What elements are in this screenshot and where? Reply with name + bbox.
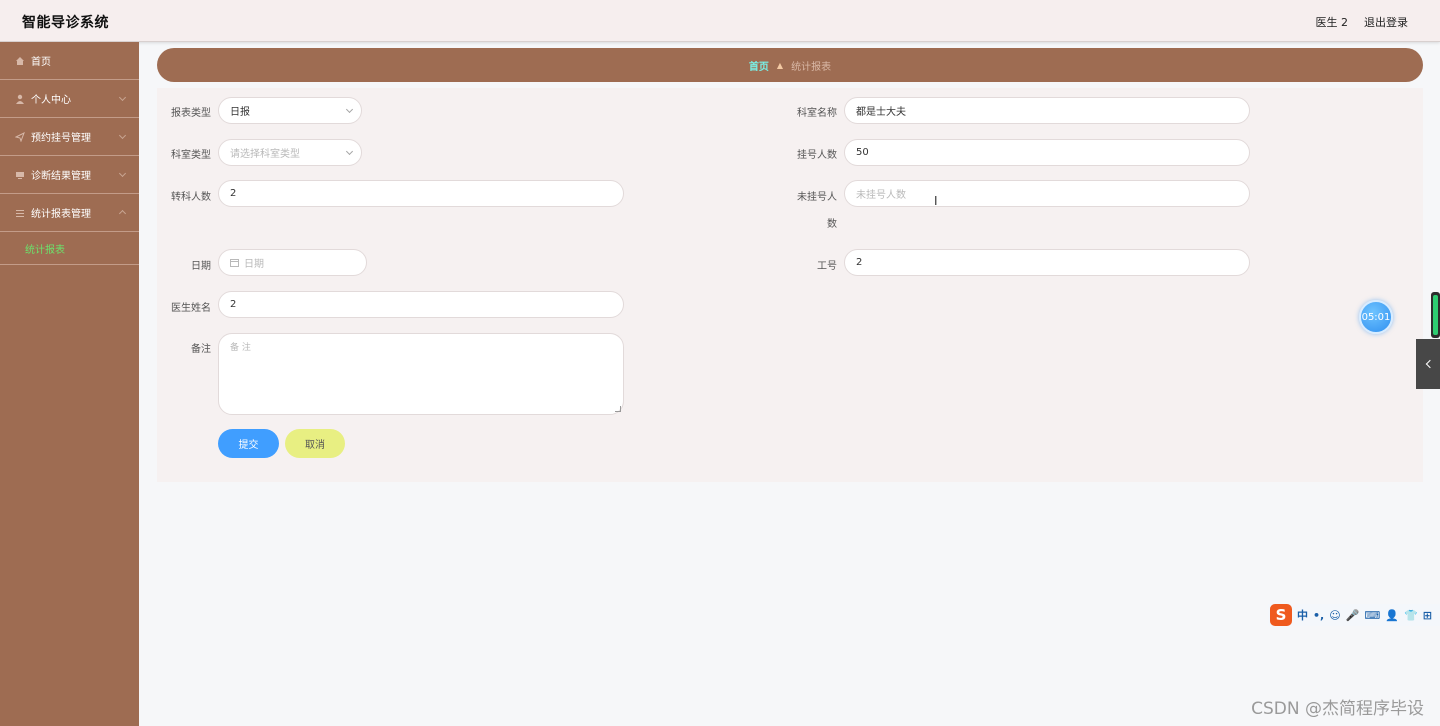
- watermark: CSDN @杰简程序毕设: [1251, 699, 1424, 719]
- sidebar-item-home[interactable]: 首页: [0, 42, 139, 80]
- doctor-name-label: 医生姓名: [171, 303, 211, 314]
- chevron-left-icon: [1425, 359, 1435, 369]
- ime-emoji-icon[interactable]: ☺: [1329, 609, 1340, 622]
- send-icon: [15, 131, 25, 142]
- date-placeholder: 日期: [244, 259, 264, 270]
- job-no-input[interactable]: 2: [844, 249, 1250, 276]
- sidebar-subitem-report[interactable]: 统计报表: [0, 232, 139, 265]
- ime-skin-icon[interactable]: 👕: [1404, 609, 1418, 622]
- ime-user-icon[interactable]: 👤: [1385, 609, 1399, 622]
- sidebar-item-profile[interactable]: 个人中心: [0, 80, 139, 118]
- report-type-value: 日报: [230, 107, 250, 118]
- sidebar-item-label: 个人中心: [31, 95, 71, 106]
- sidebar-item-label: 诊断结果管理: [31, 171, 91, 182]
- date-picker[interactable]: 日期: [218, 249, 367, 276]
- remark-label: 备注: [191, 344, 211, 355]
- chevron-down-icon: [345, 147, 354, 156]
- app-title: 智能导诊系统: [22, 15, 109, 31]
- chevron-down-icon: [118, 131, 127, 140]
- ime-keyboard-icon[interactable]: ⌨: [1364, 609, 1380, 622]
- ime-voice-icon[interactable]: 🎤: [1346, 609, 1360, 622]
- remark-textarea[interactable]: 备 注: [218, 333, 624, 415]
- submit-button[interactable]: 提交: [218, 429, 279, 458]
- ime-punctuation-icon[interactable]: •,: [1313, 609, 1324, 622]
- breadcrumb-home[interactable]: 首页: [749, 58, 769, 73]
- report-type-label: 报表类型: [171, 108, 211, 119]
- resize-handle-icon[interactable]: [615, 406, 621, 412]
- chevron-down-icon: [345, 105, 354, 114]
- collapse-panel-button[interactable]: [1416, 339, 1440, 389]
- cancel-button[interactable]: 取消: [285, 429, 345, 458]
- registered-label: 挂号人数: [797, 150, 837, 161]
- scroll-indicator[interactable]: [1431, 292, 1440, 338]
- home-icon: [16, 56, 24, 65]
- monitor-icon: [16, 171, 24, 179]
- user-icon: [16, 94, 24, 104]
- date-label: 日期: [191, 261, 211, 272]
- sidebar-item-appointment[interactable]: 预约挂号管理: [0, 118, 139, 156]
- ime-toolbar[interactable]: S 中 •, ☺ 🎤 ⌨ 👤 👕 ⊞: [1268, 604, 1440, 626]
- transfer-label: 转科人数: [171, 192, 211, 203]
- current-user: 医生 2: [1315, 16, 1349, 29]
- unregistered-count-input[interactable]: 未挂号人数: [844, 180, 1250, 207]
- job-no-label: 工号: [817, 261, 837, 272]
- unregistered-label: 未挂号人: [797, 192, 837, 203]
- dept-name-label: 科室名称: [797, 108, 837, 119]
- transfer-count-input[interactable]: 2: [218, 180, 624, 207]
- dept-type-select[interactable]: 请选择科室类型: [218, 139, 362, 166]
- sidebar-item-label: 首页: [31, 57, 51, 68]
- sogou-logo-icon[interactable]: S: [1270, 604, 1292, 626]
- sidebar-item-report[interactable]: 统计报表管理: [0, 194, 139, 232]
- sidebar-item-label: 预约挂号管理: [31, 133, 91, 144]
- chevron-down-icon: [118, 169, 127, 178]
- chevron-up-icon: [118, 209, 127, 218]
- breadcrumb: 首页 ▲ 统计报表: [157, 48, 1423, 82]
- breadcrumb-separator-icon: ▲: [776, 60, 784, 70]
- timer-badge[interactable]: 05:01: [1359, 300, 1393, 334]
- logout-link[interactable]: 退出登录: [1364, 14, 1408, 30]
- registered-count-input[interactable]: 50: [844, 139, 1250, 166]
- calendar-icon: [230, 259, 239, 267]
- doctor-name-input[interactable]: 2: [218, 291, 624, 318]
- sidebar: 首页 个人中心 预约挂号管理 诊断结果管理 统计报表管理 统计报表: [0, 42, 139, 726]
- ime-tools-icon[interactable]: ⊞: [1423, 609, 1432, 622]
- unregistered-label-wrap: 数: [827, 219, 837, 230]
- report-type-select[interactable]: 日报: [218, 97, 362, 124]
- top-header: 智能导诊系统 医生 2 退出登录: [0, 0, 1440, 42]
- dept-type-placeholder: 请选择科室类型: [230, 149, 300, 160]
- remark-placeholder: 备 注: [230, 343, 251, 353]
- dept-type-label: 科室类型: [171, 150, 211, 161]
- sidebar-item-label: 统计报表管理: [31, 209, 91, 220]
- ime-chinese-mode-icon[interactable]: 中: [1297, 607, 1308, 623]
- chevron-down-icon: [118, 93, 127, 102]
- text-cursor-icon: I: [934, 194, 938, 208]
- menu-icon: [16, 209, 24, 217]
- breadcrumb-current: 统计报表: [791, 61, 832, 73]
- dept-name-input[interactable]: 都是士大夫: [844, 97, 1250, 124]
- sidebar-item-diagnosis[interactable]: 诊断结果管理: [0, 156, 139, 194]
